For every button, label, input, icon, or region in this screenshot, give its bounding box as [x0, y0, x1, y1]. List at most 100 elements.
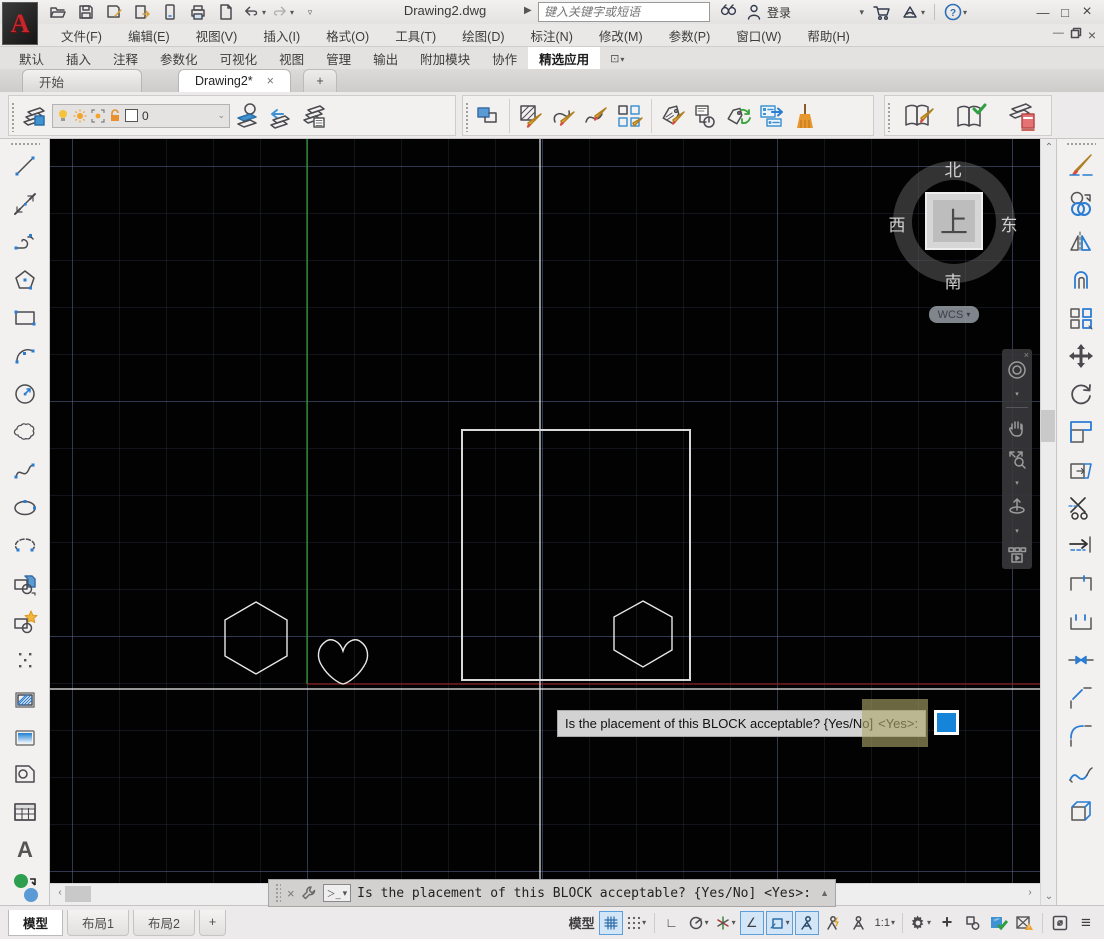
close-button[interactable]: × — [1076, 2, 1098, 22]
command-prompt-icon[interactable]: ＞_▾ — [323, 884, 352, 902]
break-at-point-tool[interactable] — [1064, 567, 1098, 600]
edit-attribute-icon[interactable] — [658, 99, 688, 133]
polygon-tool[interactable] — [8, 263, 42, 296]
otrack-toggle[interactable]: ∠ — [740, 911, 764, 935]
workspace-dropdown[interactable]: ▾ — [927, 918, 931, 927]
copy-tool[interactable] — [1064, 187, 1098, 220]
blend-curves-tool[interactable] — [1064, 757, 1098, 790]
arc-tool[interactable] — [8, 339, 42, 372]
save-as-icon[interactable] — [102, 1, 126, 23]
redo-icon[interactable]: ▾ — [270, 1, 294, 23]
panel-grip[interactable] — [465, 102, 470, 132]
block-attribute-icon[interactable] — [691, 99, 721, 133]
workspace-gear-icon[interactable]: ▾ — [908, 911, 933, 935]
layout-tab-add-button[interactable]: + — [199, 910, 226, 936]
command-expand-icon[interactable]: ▲ — [820, 888, 829, 898]
maximize-button[interactable]: □ — [1054, 2, 1076, 22]
graphics-performance-toggle[interactable] — [987, 911, 1011, 935]
gradient-tool[interactable] — [8, 719, 42, 752]
menu-dimension[interactable]: 标注(N) — [518, 24, 586, 47]
steering-wheel-icon[interactable] — [1006, 359, 1028, 381]
a360-icon[interactable]: ▾ — [897, 1, 928, 23]
undo-icon[interactable]: ▾ — [242, 1, 266, 23]
mirror-tool[interactable] — [1064, 225, 1098, 258]
viewcube-top-face[interactable]: 上 — [925, 192, 983, 250]
command-history-chevron[interactable]: ▾ — [343, 888, 348, 899]
insert-block-tool[interactable] — [8, 567, 42, 600]
edit-hatch-icon[interactable] — [516, 99, 546, 133]
viewcube-east[interactable]: 东 — [994, 211, 1024, 236]
menu-insert[interactable]: 插入(I) — [250, 24, 313, 47]
menu-draw[interactable]: 绘图(D) — [449, 24, 517, 47]
layer-dropdown[interactable]: 0 ⌄ — [52, 104, 230, 128]
edit-reference-icon[interactable] — [895, 99, 944, 133]
ribbon-tab-annotate[interactable]: 注释 — [102, 47, 149, 69]
layer-isolate-icon[interactable] — [233, 99, 263, 133]
panel-grip[interactable] — [11, 102, 16, 132]
menu-edit[interactable]: 编辑(E) — [115, 24, 183, 47]
layer-dropdown-chevron[interactable]: ⌄ — [217, 110, 225, 121]
undo-dropdown[interactable]: ▾ — [262, 8, 266, 17]
grid-toggle[interactable] — [599, 911, 623, 935]
app-logo[interactable]: A — [2, 2, 38, 45]
revision-cloud-tool[interactable] — [8, 415, 42, 448]
attribute-manager-icon[interactable] — [757, 99, 787, 133]
layout-tab-layout2[interactable]: 布局2 — [133, 910, 195, 936]
layer-states-icon[interactable] — [299, 99, 329, 133]
chamfer-tool[interactable] — [1064, 681, 1098, 714]
ribbon-tab-manage[interactable]: 管理 — [315, 47, 362, 69]
menu-modify[interactable]: 修改(M) — [586, 24, 656, 47]
ribbon-tab-featured-apps[interactable]: 精选应用 — [528, 47, 600, 69]
toolbar-grip[interactable] — [10, 142, 40, 147]
layout-tab-model[interactable]: 模型 — [8, 910, 63, 936]
search-input[interactable] — [544, 5, 704, 19]
purge-broom-icon[interactable] — [790, 99, 820, 133]
search-icon[interactable] — [716, 1, 741, 23]
stretch-tool[interactable] — [1064, 453, 1098, 486]
edit-spline-icon[interactable] — [582, 99, 612, 133]
menu-help[interactable]: 帮助(H) — [794, 24, 862, 47]
extend-tool[interactable] — [1064, 529, 1098, 562]
scale-value[interactable]: 1:1▾ — [873, 911, 897, 935]
point-tool[interactable] — [8, 643, 42, 676]
hatch-tool[interactable] — [8, 681, 42, 714]
redo-dropdown[interactable]: ▾ — [290, 8, 294, 17]
scroll-right-icon[interactable]: › — [1022, 887, 1038, 898]
menu-window[interactable]: 窗口(W) — [723, 24, 794, 47]
doc-restore-button[interactable] — [1070, 27, 1082, 43]
annotation-autoscale-toggle[interactable] — [821, 911, 845, 935]
osnap-toggle[interactable]: ▾ — [766, 911, 793, 935]
panel-grip[interactable] — [887, 102, 892, 132]
spline-tool[interactable] — [8, 453, 42, 486]
polar-tracking-toggle[interactable]: ▾ — [686, 911, 711, 935]
rotate-tool[interactable] — [1064, 377, 1098, 410]
menu-view[interactable]: 视图(V) — [183, 24, 251, 47]
navbar-chevron[interactable]: ▾ — [1015, 527, 1019, 535]
edit-array-icon[interactable] — [615, 99, 645, 133]
drawing-canvas[interactable]: 北 南 西 东 上 WCS▾ × ▾ ▾ ▾ Is the placement … — [50, 139, 1040, 883]
save-reference-icon[interactable] — [947, 99, 996, 133]
scroll-down-icon[interactable]: ⌄ — [1041, 891, 1057, 902]
viewcube-south[interactable]: 南 — [938, 268, 968, 293]
array-tool[interactable] — [1064, 301, 1098, 334]
mobile-icon[interactable] — [158, 1, 182, 23]
login-dropdown[interactable]: ▾ — [793, 1, 867, 23]
user-icon[interactable] — [743, 1, 765, 23]
print-icon[interactable] — [186, 1, 210, 23]
layer-previous-icon[interactable] — [266, 99, 296, 133]
polyline-tool[interactable] — [8, 225, 42, 258]
status-model-label[interactable]: 模型 — [567, 911, 597, 935]
ribbon-tab-view[interactable]: 视图 — [268, 47, 315, 69]
ellipse-tool[interactable] — [8, 491, 42, 524]
isodraft-toggle[interactable]: ▾ — [713, 911, 738, 935]
copy-object-icon[interactable] — [473, 99, 503, 133]
rectangle-tool[interactable] — [8, 301, 42, 334]
ellipse-arc-tool[interactable] — [8, 529, 42, 562]
export-icon[interactable] — [130, 1, 154, 23]
sync-attributes-icon[interactable] — [724, 99, 754, 133]
login-label[interactable]: 登录 — [767, 4, 791, 21]
file-tab-current[interactable]: Drawing2*× — [178, 69, 291, 92]
doc-close-button[interactable]: × — [1088, 27, 1096, 43]
vertical-scroll-thumb[interactable] — [1041, 410, 1055, 442]
qat-customize-icon[interactable]: ▿ — [298, 1, 322, 23]
